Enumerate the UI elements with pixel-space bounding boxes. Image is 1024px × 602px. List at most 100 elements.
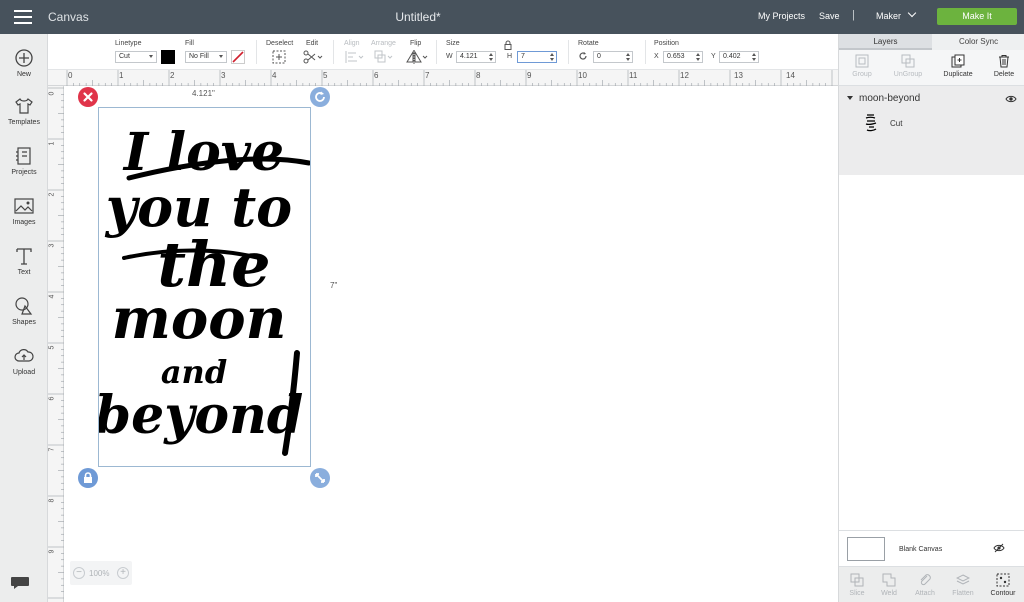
ruler-tick-label: 8 <box>48 498 56 503</box>
lock-icon <box>84 472 92 483</box>
deselect-icon[interactable] <box>272 50 286 64</box>
projects-icon <box>16 147 31 165</box>
group-label: Group <box>852 71 872 78</box>
stepper-arrows-icon[interactable] <box>489 53 493 61</box>
lock-aspect-icon[interactable] <box>504 40 512 50</box>
ruler-tick-label: 6 <box>374 71 379 80</box>
sidebar-item-label: Projects <box>11 169 37 176</box>
lock-handle[interactable] <box>78 468 98 488</box>
eye-icon[interactable] <box>1005 95 1017 103</box>
toolbar-divider <box>333 40 334 64</box>
y-label: Y <box>711 53 716 60</box>
slice-label: Slice <box>849 590 865 597</box>
height-dimension-label: 7" <box>330 281 338 290</box>
width-dimension-label: 4.121" <box>192 89 215 98</box>
tab-color-sync[interactable]: Color Sync <box>932 34 1024 50</box>
top-bar: Canvas Untitled* My Projects Save | Make… <box>0 0 1024 34</box>
arrange-icon[interactable] <box>374 50 394 64</box>
sidebar-item-new[interactable]: New <box>0 48 48 78</box>
document-title[interactable]: Untitled* <box>0 10 836 24</box>
group-icon <box>855 54 869 68</box>
contour-button[interactable]: Contour <box>985 567 1021 597</box>
slice-button[interactable]: Slice <box>839 567 875 597</box>
y-position-input[interactable]: 0.402 <box>719 51 759 63</box>
edit-scissors-icon[interactable] <box>303 50 323 64</box>
rotate-icon <box>579 52 587 60</box>
linetype-color-swatch[interactable] <box>161 50 175 64</box>
rotate-handle[interactable] <box>310 87 330 107</box>
fill-select[interactable]: No Fill <box>185 51 227 63</box>
flatten-button[interactable]: Flatten <box>945 567 981 597</box>
zoom-out-button[interactable]: − <box>73 567 85 579</box>
scale-handle[interactable] <box>310 468 330 488</box>
sidebar-item-projects[interactable]: Projects <box>0 146 48 176</box>
zoom-in-button[interactable]: + <box>117 567 129 579</box>
bottom-layer-tools: Slice Weld Attach Flatten Contour <box>839 566 1024 602</box>
stepper-arrows-icon[interactable] <box>626 53 630 61</box>
duplicate-button[interactable]: Duplicate <box>935 50 981 78</box>
width-input[interactable]: 4.121 <box>456 51 496 63</box>
stepper-arrows-icon[interactable] <box>752 53 756 61</box>
machine-selector[interactable]: Maker <box>876 8 917 21</box>
sidebar-item-text[interactable]: Text <box>0 246 48 276</box>
contour-icon <box>996 573 1010 587</box>
blank-canvas-row[interactable]: Blank Canvas <box>839 530 1024 566</box>
fill-value: No Fill <box>189 53 209 60</box>
x-position-input[interactable]: 0.653 <box>663 51 703 63</box>
header-separator: | <box>852 9 855 21</box>
group-button[interactable]: Group <box>839 50 885 78</box>
linetype-select[interactable]: Cut <box>115 51 157 63</box>
position-label: Position <box>654 40 679 47</box>
layer-group-name: moon-beyond <box>859 93 921 104</box>
moon-beyond-artwork[interactable]: I love you to the moon and beyond <box>99 108 310 466</box>
toolbar-divider <box>436 40 437 64</box>
weld-icon <box>882 573 896 587</box>
sidebar-item-upload[interactable]: Upload <box>0 346 48 376</box>
delete-handle[interactable] <box>78 87 98 107</box>
contour-label: Contour <box>990 590 1016 597</box>
feedback-chat-icon[interactable] <box>10 576 30 590</box>
no-fill-swatch-icon[interactable] <box>231 50 245 64</box>
machine-label: Maker <box>876 11 902 21</box>
artwork-line: moon <box>112 286 287 352</box>
toolbar-divider <box>645 40 646 64</box>
blank-canvas-swatch[interactable] <box>847 537 885 561</box>
weld-button[interactable]: Weld <box>871 567 907 597</box>
width-label: W <box>446 53 453 60</box>
close-icon <box>83 92 93 102</box>
sidebar-item-label: Templates <box>8 119 40 126</box>
save-link[interactable]: Save <box>819 11 840 21</box>
collapse-arrow-icon[interactable] <box>847 96 853 100</box>
make-it-button[interactable]: Make It <box>937 8 1017 25</box>
sidebar-item-label: Upload <box>12 369 36 376</box>
ruler-tick-label: 3 <box>221 71 226 80</box>
ungroup-button[interactable]: UnGroup <box>885 50 931 78</box>
sidebar-item-templates[interactable]: Templates <box>0 96 48 126</box>
size-label: Size <box>446 40 460 47</box>
flip-icon[interactable] <box>406 50 428 64</box>
delete-button[interactable]: Delete <box>981 50 1024 78</box>
y-position-value: 0.402 <box>723 53 741 60</box>
attach-label: Attach <box>915 590 935 597</box>
stepper-arrows-icon[interactable] <box>550 53 554 61</box>
flatten-label: Flatten <box>952 590 974 597</box>
align-icon[interactable] <box>344 50 364 64</box>
ruler-tick-label: 4 <box>272 71 277 80</box>
stepper-arrows-icon[interactable] <box>696 53 700 61</box>
ruler-tick-label: 8 <box>476 71 481 80</box>
image-icon <box>14 198 34 214</box>
tab-layers[interactable]: Layers <box>839 34 932 50</box>
eye-hidden-icon[interactable] <box>993 543 1005 553</box>
my-projects-link[interactable]: My Projects <box>758 11 805 21</box>
height-input[interactable]: 7 <box>517 51 557 63</box>
artwork-line: beyond <box>99 385 303 446</box>
layer-group-row[interactable]: moon-beyond Cut <box>839 86 1024 175</box>
flatten-icon <box>956 574 970 585</box>
rotate-input[interactable]: 0 <box>593 51 633 63</box>
sidebar-item-images[interactable]: Images <box>0 196 48 226</box>
ruler-tick-label: 9 <box>48 549 56 554</box>
upload-cloud-icon <box>14 349 34 362</box>
attach-button[interactable]: Attach <box>907 567 943 597</box>
sidebar-item-shapes[interactable]: Shapes <box>0 296 48 326</box>
ruler-tick-label: 7 <box>48 447 56 452</box>
